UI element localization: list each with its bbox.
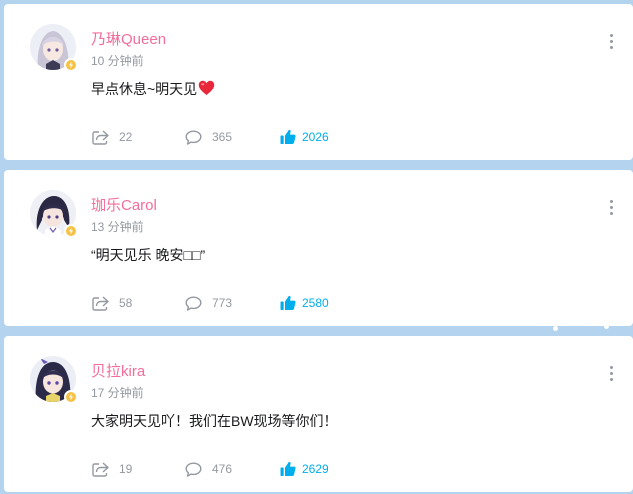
post-content: 大家明天见吖！我们在BW现场等你们！: [91, 413, 338, 429]
comment-button[interactable]: 365: [185, 128, 232, 146]
share-icon: [92, 461, 109, 477]
avatar-wrapper[interactable]: [30, 190, 78, 238]
share-button[interactable]: 19: [92, 460, 132, 478]
username[interactable]: 珈乐Carol: [91, 197, 157, 215]
username[interactable]: 贝拉kira: [91, 363, 145, 381]
share-count: 58: [119, 296, 133, 310]
post-content: “明天见乐 晚安□□”: [91, 247, 206, 263]
more-options-button[interactable]: [607, 34, 615, 52]
like-count: 2580: [302, 296, 329, 310]
like-count: 2629: [302, 462, 329, 476]
username[interactable]: 乃琳Queen: [91, 31, 166, 49]
post-card: 珈乐Carol 13 分钟前 “明天见乐 晚安□□” 58 773 2580: [4, 170, 633, 326]
post-time[interactable]: 10 分钟前: [91, 54, 144, 68]
more-vertical-icon: [609, 34, 613, 37]
share-count: 19: [119, 462, 133, 476]
like-button[interactable]: 2629: [280, 460, 329, 478]
comment-count: 365: [212, 130, 233, 144]
post-time[interactable]: 17 分钟前: [91, 386, 144, 400]
like-button[interactable]: 2026: [280, 128, 329, 146]
share-count: 22: [119, 130, 133, 144]
verified-badge-icon: [64, 390, 78, 404]
red-heart-icon: [198, 80, 215, 100]
comment-count: 476: [212, 462, 233, 476]
verified-badge-icon: [64, 58, 78, 72]
comment-icon: [185, 130, 202, 145]
more-options-button[interactable]: [607, 366, 615, 384]
post-content: 早点休息~明天见: [91, 80, 215, 100]
share-button[interactable]: 22: [92, 128, 132, 146]
like-count: 2026: [302, 130, 329, 144]
thumbs-up-icon: [280, 295, 296, 311]
verified-badge-icon: [64, 224, 78, 238]
more-vertical-icon: [609, 366, 613, 369]
decorative-dot: [604, 324, 609, 329]
comment-icon: [185, 462, 202, 477]
more-options-button[interactable]: [607, 200, 615, 218]
avatar-wrapper[interactable]: [30, 356, 78, 404]
share-icon: [92, 129, 109, 145]
more-vertical-icon: [609, 200, 613, 203]
comment-count: 773: [212, 296, 233, 310]
comment-button[interactable]: 773: [185, 294, 232, 312]
post-text: 早点休息~明天见: [91, 81, 198, 97]
post-card: 贝拉kira 17 分钟前 大家明天见吖！我们在BW现场等你们！ 19 476 …: [4, 336, 633, 492]
thumbs-up-icon: [280, 461, 296, 477]
post-time[interactable]: 13 分钟前: [91, 220, 144, 234]
comment-icon: [185, 296, 202, 311]
share-button[interactable]: 58: [92, 294, 132, 312]
avatar-wrapper[interactable]: [30, 24, 78, 72]
share-icon: [92, 295, 109, 311]
thumbs-up-icon: [280, 129, 296, 145]
dynamic-feed: 乃琳Queen 10 分钟前 早点休息~明天见 22 365 2026 珈乐Ca…: [0, 0, 633, 494]
like-button[interactable]: 2580: [280, 294, 329, 312]
comment-button[interactable]: 476: [185, 460, 232, 478]
decorative-dot: [553, 326, 558, 331]
post-card: 乃琳Queen 10 分钟前 早点休息~明天见 22 365 2026: [4, 4, 633, 160]
